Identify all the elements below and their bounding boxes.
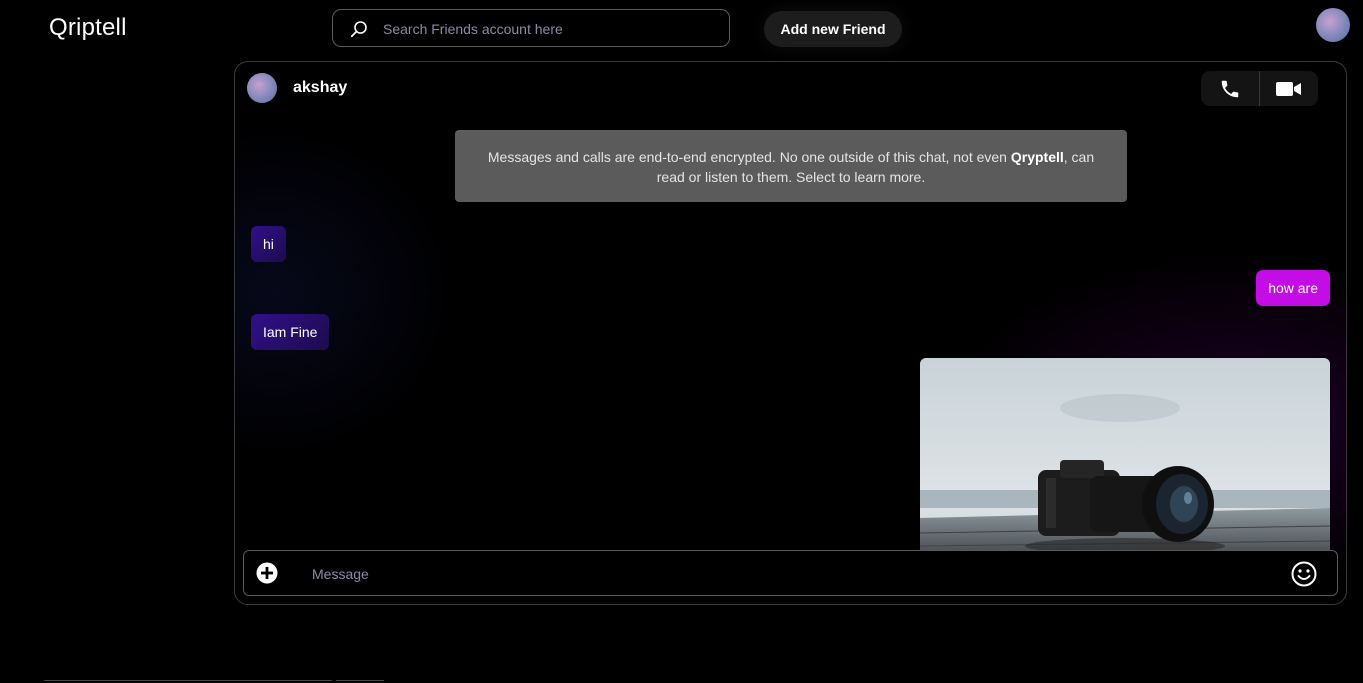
plus-circle-icon[interactable] (256, 562, 278, 584)
search-input[interactable] (381, 10, 715, 48)
bottom-divider (44, 680, 332, 681)
contact-avatar[interactable] (247, 73, 277, 103)
call-actions (1201, 71, 1318, 106)
bottom-divider (336, 680, 384, 681)
notice-text-before: Messages and calls are end-to-end encryp… (487, 149, 1011, 165)
camera-photo (920, 358, 1330, 553)
notice-brand: Qryptell (1010, 149, 1064, 165)
message-outgoing[interactable]: how are (1256, 270, 1330, 306)
user-avatar[interactable] (1316, 8, 1350, 42)
contact-name[interactable]: akshay (293, 79, 347, 97)
video-camera-icon (1276, 81, 1301, 96)
search-icon (350, 21, 367, 38)
message-image[interactable] (920, 358, 1330, 553)
add-new-friend-button[interactable]: Add new Friend (764, 11, 902, 47)
message-incoming[interactable]: hi (251, 226, 286, 262)
encryption-notice[interactable]: Messages and calls are end-to-end encryp… (455, 130, 1127, 202)
video-call-button[interactable] (1260, 71, 1318, 106)
search-box (332, 9, 730, 48)
app-logo: Qriptell (49, 14, 127, 41)
emoji-icon[interactable] (1291, 561, 1317, 587)
message-composer (243, 550, 1338, 597)
phone-icon (1221, 80, 1239, 97)
voice-call-button[interactable] (1201, 71, 1259, 106)
message-incoming[interactable]: Iam Fine (251, 314, 330, 350)
chat-panel: akshay Messages and calls are end-to-end… (234, 61, 1347, 605)
message-input[interactable] (310, 551, 1274, 597)
